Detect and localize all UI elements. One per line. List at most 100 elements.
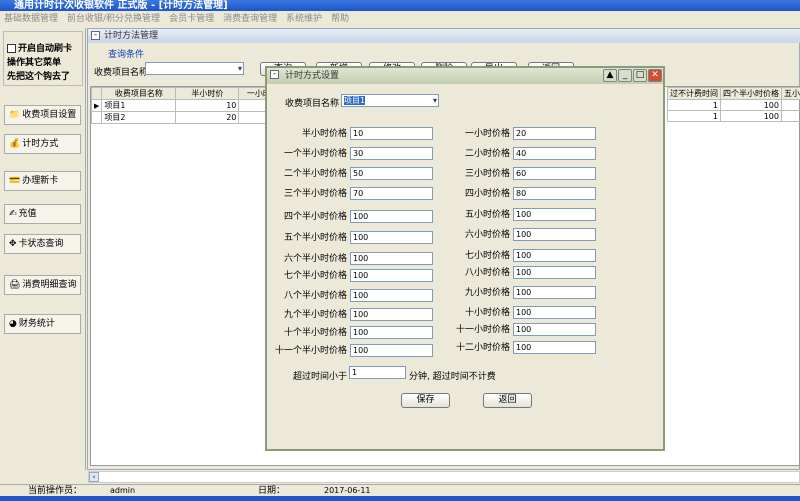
app-title-bar: 通用计时计次收银软件 正式版 - [计时方法管理] (0, 0, 800, 11)
item-name-select[interactable]: 项目1 ▾ (341, 94, 439, 107)
sidebar-item[interactable]: 🖨 消费明细查询 (4, 275, 81, 295)
price-input[interactable]: 80 (513, 187, 596, 200)
price-label: 十小时价格 (464, 308, 510, 318)
sidebar-item[interactable]: ✥ 卡状态查询 (4, 234, 81, 254)
price-label: 五个半小时价格 (283, 233, 347, 243)
panel-header: - 计时方法管理 (88, 29, 800, 43)
sidebar-item-label: 消费明细查询 (22, 280, 77, 290)
over-time-input[interactable]: 1 (349, 366, 406, 379)
price-input[interactable]: 100 (513, 208, 596, 221)
save-button[interactable]: 保存 (401, 393, 450, 408)
price-label: 六小时价格 (464, 230, 510, 240)
menu-item[interactable]: 系统维护 (286, 14, 322, 24)
price-input[interactable]: 100 (513, 306, 596, 319)
price-input[interactable]: 100 (513, 228, 596, 241)
query-group-label: 查询条件 (108, 50, 145, 60)
menu-item[interactable]: 帮助 (331, 14, 349, 24)
price-label: 九小时价格 (464, 288, 510, 298)
price-input[interactable]: 20 (513, 127, 596, 140)
auto-card-group: 开启自动刷卡 操作其它菜单 先把这个钩去了 (3, 31, 83, 86)
row-indicator: ▶ (90, 99, 103, 112)
note-line-1: 操作其它菜单 (7, 58, 62, 68)
price-label: 七小时价格 (464, 251, 510, 261)
menu-item[interactable]: 前台收银/积分兑换管理 (67, 14, 160, 24)
price-input[interactable]: 100 (513, 266, 596, 279)
maximize-icon[interactable]: □ (633, 69, 647, 82)
price-label: 二小时价格 (464, 149, 510, 159)
sidebar-item[interactable]: 📁 收费项目设置 (4, 105, 81, 125)
column-header[interactable]: 半小时价 (175, 87, 240, 100)
folder-settings-icon: 📁 (9, 110, 21, 120)
sidebar-item-label: 计时方式 (22, 139, 59, 149)
price-label: 二个半小时价格 (283, 169, 347, 179)
price-input[interactable]: 60 (513, 167, 596, 180)
price-label: 三小时价格 (464, 169, 510, 179)
item-name-label: 收费项目名称 (285, 99, 340, 109)
price-label: 九个半小时价格 (283, 310, 347, 320)
sidebar-item[interactable]: ✍ 充值 (4, 204, 81, 224)
chart-icon: ◕ (9, 319, 17, 329)
sidebar-item-label: 财务统计 (18, 319, 55, 329)
row-indicator (90, 111, 103, 124)
price-label: 十一个半小时价格 (274, 346, 347, 356)
price-label: 三个半小时价格 (283, 189, 347, 199)
price-input[interactable]: 100 (513, 323, 596, 336)
price-label: 四小时价格 (464, 189, 510, 199)
horizontal-scrollbar[interactable]: ‹ (88, 471, 800, 483)
menu-item[interactable]: 消费查询管理 (223, 14, 277, 24)
price-input[interactable]: 100 (513, 249, 596, 262)
price-label: 四个半小时价格 (283, 212, 347, 222)
column-header[interactable]: 过不计费时间 (667, 87, 721, 100)
sidebar-item[interactable]: 💳 办理新卡 (4, 171, 81, 191)
price-label: 十个半小时价格 (283, 328, 347, 338)
over-time-suffix: 分钟, 超过时间不计费 (409, 372, 496, 382)
over-time-label: 超过时间小于 (293, 372, 348, 382)
price-label: 七个半小时价格 (283, 271, 347, 281)
cell-half-hour: 20 (175, 111, 240, 124)
cell-5h-price (781, 99, 800, 111)
auto-card-checkbox[interactable]: 开启自动刷卡 (7, 42, 79, 56)
price-input[interactable]: 40 (513, 147, 596, 160)
close-icon[interactable]: ✕ (648, 69, 662, 82)
back-button[interactable]: 返回 (483, 393, 532, 408)
table-row[interactable]: ▶ 项目1 10 (90, 99, 280, 112)
cell-4.5h-price: 100 (720, 99, 782, 111)
table-row[interactable]: 1 100 (667, 110, 800, 122)
note-line-2: 先把这个钩去了 (7, 72, 71, 82)
query-label: 收费项目名称 (94, 68, 149, 78)
sidebar-item-label: 办理新卡 (22, 176, 59, 186)
collapse-icon[interactable]: - (91, 31, 100, 40)
sidebar-item[interactable]: ◕ 财务统计 (4, 314, 81, 334)
column-header[interactable]: 四个半小时价格 (720, 87, 782, 100)
sidebar-item-label: 充值 (18, 209, 37, 219)
cell-name: 项目2 (101, 111, 177, 124)
column-header[interactable]: 五小 (781, 87, 800, 100)
status-bar: 当前操作员： admin 日期： 2017-06-11 (0, 484, 800, 496)
dialog-title: 计时方式设置 (285, 71, 340, 81)
table-row[interactable]: 1 100 (667, 99, 800, 111)
taskbar (0, 496, 800, 501)
query-item-select[interactable]: ▾ (145, 62, 244, 75)
price-label: 十一小时价格 (455, 325, 510, 335)
menu-item[interactable]: 基础数据管理 (4, 14, 58, 24)
minimize-icon[interactable]: _ (618, 69, 632, 82)
price-label: 半小时价格 (301, 129, 347, 139)
collapse-icon[interactable]: - (270, 70, 279, 79)
restore-up-icon[interactable]: ▲ (603, 69, 617, 82)
printer-icon: 🖨 (9, 280, 21, 290)
price-label: 十二小时价格 (455, 343, 510, 353)
grid-header: 过不计费时间 四个半小时价格 五小 (667, 87, 800, 100)
column-header[interactable]: 收费项目名称 (101, 87, 177, 100)
price-input[interactable]: 100 (513, 286, 596, 299)
left-panel: 开启自动刷卡 操作其它菜单 先把这个钩去了 📁 收费项目设置 💰 计时方式 💳 办理新卡 ✍… (0, 28, 86, 470)
cell-half-hour: 10 (175, 99, 240, 112)
sidebar-item[interactable]: 💰 计时方式 (4, 134, 81, 154)
table-row[interactable]: 项目2 20 (90, 111, 280, 124)
menu-item[interactable]: 会员卡管理 (169, 14, 214, 24)
cell-4.5h-price: 100 (720, 110, 782, 122)
money-bag-icon: 💰 (9, 139, 21, 149)
scroll-left-icon[interactable]: ‹ (89, 472, 99, 482)
panel-title: 计时方法管理 (104, 31, 159, 41)
grid-header: 收费项目名称 半小时价 一小时 (90, 87, 280, 100)
price-input[interactable]: 100 (513, 341, 596, 354)
